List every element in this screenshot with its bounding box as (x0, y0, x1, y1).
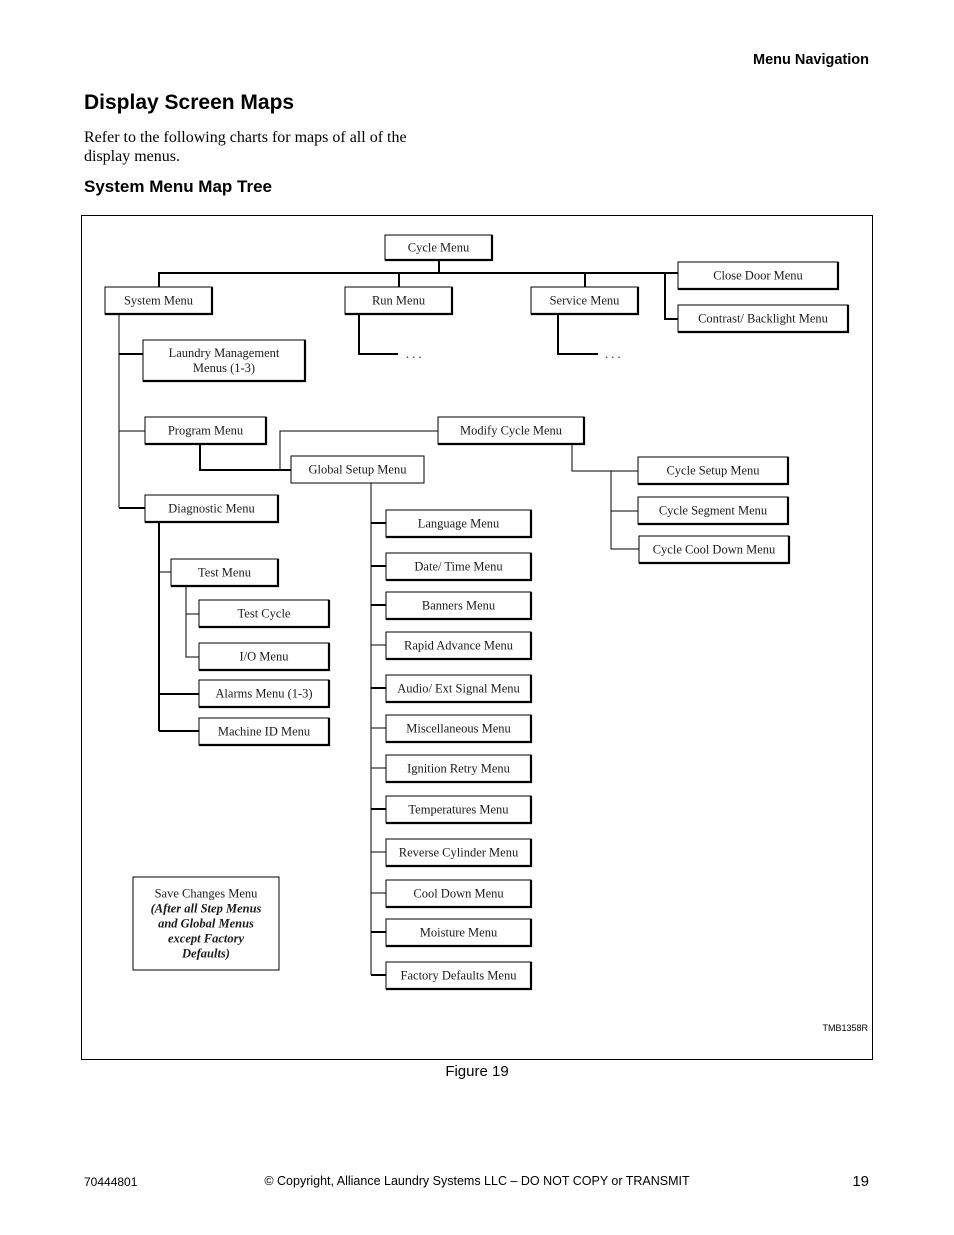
node-factory-defaults-menu: Factory Defaults Menu (385, 961, 533, 991)
node-date-time-menu-label: Date/ Time Menu (414, 560, 503, 574)
node-test-menu: Test Menu (170, 558, 280, 588)
node-cycle-segment-menu: Cycle Segment Menu (637, 496, 790, 526)
node-date-time-menu: Date/ Time Menu (385, 552, 533, 582)
node-diagnostic-menu-label: Diagnostic Menu (168, 502, 255, 516)
node-factory-defaults-menu-label: Factory Defaults Menu (401, 969, 518, 983)
node-close-door-menu: Close Door Menu (677, 261, 840, 291)
node-run-menu: Run Menu (344, 286, 454, 316)
node-cycle-menu: Cycle Menu (384, 234, 494, 262)
node-modify-cycle-menu-label: Modify Cycle Menu (460, 424, 563, 438)
node-laundry-management-menus: Laundry ManagementMenus (1-3) (142, 339, 307, 383)
node-temperatures-menu: Temperatures Menu (385, 795, 533, 825)
node-cool-down-menu: Cool Down Menu (385, 879, 533, 909)
node-language-menu: Language Menu (385, 509, 533, 539)
node-save-changes-menu-label: Defaults) (181, 947, 230, 961)
menu-tree-diagram: Cycle Menu System Menu Run Menu Service Men… (104, 234, 850, 991)
node-program-menu-label: Program Menu (168, 424, 244, 438)
node-diagnostic-menu: Diagnostic Menu (144, 494, 280, 524)
node-test-cycle: Test Cycle (198, 599, 331, 629)
node-cycle-cool-down-menu-label: Cycle Cool Down Menu (653, 543, 776, 557)
node-contrast-backlight-menu: Contrast/ Backlight Menu (677, 304, 850, 334)
node-banners-menu-label: Banners Menu (422, 599, 496, 613)
node-save-changes-menu-label: Save Changes Menu (155, 887, 259, 901)
node-global-setup-menu-label: Global Setup Menu (309, 463, 408, 477)
node-rapid-advance-menu-label: Rapid Advance Menu (404, 639, 514, 653)
node-miscellaneous-menu-label: Miscellaneous Menu (406, 722, 511, 736)
node-moisture-menu: Moisture Menu (385, 918, 533, 948)
footer-page-number: 19 (852, 1173, 869, 1190)
connector-line (571, 445, 638, 472)
node-save-changes-menu: Save Changes Menu(After all Step Menusan… (132, 876, 280, 971)
node-close-door-menu-label: Close Door Menu (713, 269, 803, 283)
connector-line (664, 273, 678, 320)
node-service-menu: Service Menu (530, 286, 640, 316)
node-io-menu: I/O Menu (198, 642, 331, 672)
node-reverse-cylinder-menu-label: Reverse Cylinder Menu (399, 846, 519, 860)
node-program-menu: Program Menu (144, 416, 268, 446)
figure-id: TMB1358R (822, 1023, 868, 1033)
node-system-menu: System Menu (104, 286, 214, 316)
node-machine-id-menu: Machine ID Menu (198, 717, 331, 747)
node-alarms-menu-label: Alarms Menu (1-3) (215, 687, 312, 701)
figure-caption: Figure 19 (445, 1063, 509, 1080)
node-contrast-backlight-menu-label: Contrast/ Backlight Menu (698, 312, 829, 326)
node-cycle-setup-menu-label: Cycle Setup Menu (666, 464, 760, 478)
node-save-changes-menu-label: (After all Step Menus (151, 902, 262, 916)
node-boxes: Cycle Menu System Menu Run Menu Service Men… (104, 234, 850, 991)
connector-line (557, 314, 598, 355)
node-modify-cycle-menu: Modify Cycle Menu (437, 416, 586, 446)
footer-copyright: © Copyright, Alliance Laundry Systems LL… (264, 1174, 690, 1188)
node-language-menu-label: Language Menu (418, 517, 500, 531)
node-banners-menu: Banners Menu (385, 591, 533, 621)
node-global-setup-menu: Global Setup Menu (290, 455, 425, 484)
node-reverse-cylinder-menu: Reverse Cylinder Menu (385, 838, 533, 868)
node-cycle-setup-menu: Cycle Setup Menu (637, 456, 790, 486)
connector-line (185, 586, 199, 658)
node-test-cycle-label: Test Cycle (238, 607, 291, 621)
node-test-menu-label: Test Menu (198, 566, 252, 580)
node-temperatures-menu-label: Temperatures Menu (408, 803, 509, 817)
node-machine-id-menu-label: Machine ID Menu (218, 725, 311, 739)
node-laundry-management-menus-label: Menus (1-3) (193, 361, 255, 375)
node-system-menu-label: System Menu (124, 294, 194, 308)
node-ignition-retry-menu: Ignition Retry Menu (385, 754, 533, 784)
node-rapid-advance-menu: Rapid Advance Menu (385, 631, 533, 661)
node-laundry-management-menus-label: Laundry Management (169, 346, 280, 360)
node-save-changes-menu-label: and Global Menus (158, 917, 254, 931)
run-menu-more: . . . (406, 347, 422, 361)
service-menu-more: . . . (605, 347, 621, 361)
node-cycle-segment-menu-label: Cycle Segment Menu (659, 504, 768, 518)
node-alarms-menu: Alarms Menu (1-3) (198, 679, 331, 709)
node-moisture-menu-label: Moisture Menu (420, 926, 498, 940)
connector-line (610, 471, 639, 550)
node-service-menu-label: Service Menu (550, 294, 621, 308)
connector-line (358, 314, 398, 355)
node-miscellaneous-menu: Miscellaneous Menu (385, 714, 533, 744)
connector-line (199, 445, 291, 471)
node-run-menu-label: Run Menu (372, 294, 426, 308)
node-io-menu-label: I/O Menu (240, 650, 290, 664)
connector-line (158, 272, 678, 287)
node-audio-ext-signal-menu: Audio/ Ext Signal Menu (385, 674, 533, 704)
node-save-changes-menu-label: except Factory (168, 932, 244, 946)
node-cycle-cool-down-menu: Cycle Cool Down Menu (638, 535, 791, 565)
node-cool-down-menu-label: Cool Down Menu (413, 887, 504, 901)
node-ignition-retry-menu-label: Ignition Retry Menu (407, 762, 511, 776)
node-cycle-menu-label: Cycle Menu (408, 241, 470, 255)
node-audio-ext-signal-menu-label: Audio/ Ext Signal Menu (397, 682, 520, 696)
